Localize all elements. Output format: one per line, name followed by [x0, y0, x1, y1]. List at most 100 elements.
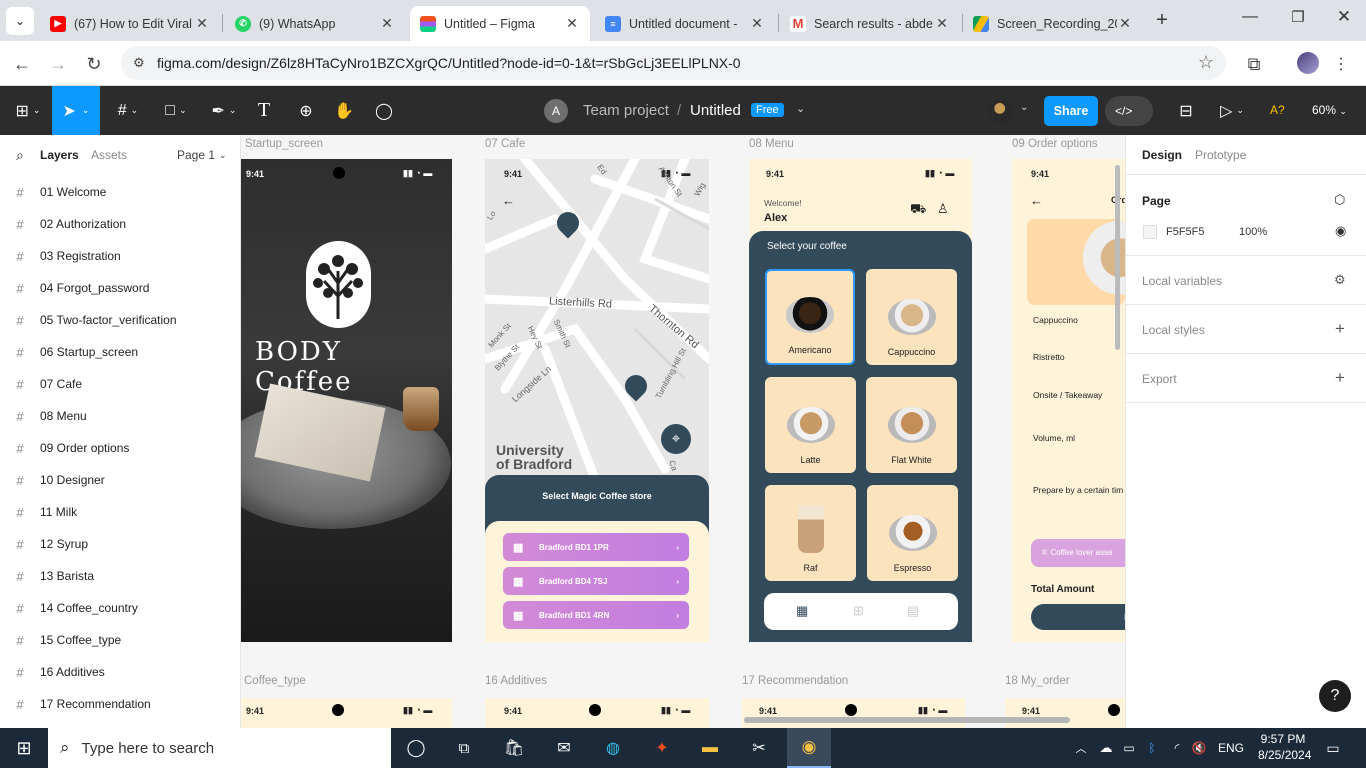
- coffee-card-flat-white[interactable]: Flat White: [866, 377, 957, 473]
- locate-me-icon[interactable]: ⌖: [661, 424, 691, 454]
- coffee-card-latte[interactable]: Latte: [765, 377, 856, 473]
- tab-layers[interactable]: Layers: [40, 135, 79, 175]
- close-tab-icon[interactable]: ✕: [564, 15, 580, 32]
- back-arrow-icon[interactable]: ←: [502, 193, 515, 208]
- browser-tab-gmail[interactable]: M Search results - abde ✕: [780, 6, 960, 41]
- notifications-icon[interactable]: ▭: [1320, 728, 1346, 768]
- bluetooth-icon[interactable]: ᛒ: [1143, 728, 1161, 768]
- frame-coffee-type[interactable]: 9:41 ▮▮ ◔ ▬: [241, 698, 452, 728]
- zoom-level[interactable]: 60% ⌄: [1312, 103, 1347, 117]
- close-window-button[interactable]: ✕: [1330, 7, 1358, 31]
- forward-arrow-icon[interactable]: →: [45, 51, 71, 77]
- layer-row[interactable]: #09 Order options: [0, 432, 240, 464]
- resources-tool-icon[interactable]: ⊕: [292, 86, 320, 135]
- browser-tab-drive[interactable]: Screen_Recording_20 ✕: [963, 6, 1143, 41]
- frame-startup-screen[interactable]: 9:41 ▮▮ ◔ ▬ BODY Coffee: [241, 159, 452, 642]
- layer-row[interactable]: #12 Syrup: [0, 528, 240, 560]
- capcut-icon[interactable]: ✂: [743, 728, 775, 768]
- profile-avatar[interactable]: [1297, 52, 1319, 74]
- file-menu-chevron-icon[interactable]: ⌄: [796, 102, 805, 115]
- frame-label[interactable]: 17 Recommendation: [742, 675, 848, 687]
- frame-recommendation[interactable]: 9:41 ▮▮ ◔ ▬: [742, 698, 965, 728]
- layer-row[interactable]: #11 Milk: [0, 496, 240, 528]
- canvas-horizontal-scrollbar[interactable]: [744, 717, 1070, 723]
- shape-tool-icon[interactable]: □ ⌄: [156, 86, 196, 135]
- next-button[interactable]: Ne: [1031, 604, 1125, 630]
- design-canvas[interactable]: Startup_screen 07 Cafe 08 Menu 09 Order …: [241, 135, 1125, 728]
- present-play-icon[interactable]: ▷ ⌄: [1215, 86, 1249, 135]
- layer-row[interactable]: #17 Recommendation: [0, 688, 240, 720]
- share-button[interactable]: Share: [1044, 96, 1098, 126]
- browser-tab-docs[interactable]: ≡ Untitled document - ✕: [595, 6, 775, 41]
- close-tab-icon[interactable]: ✕: [934, 15, 950, 32]
- local-variables-label[interactable]: Local variables: [1142, 274, 1222, 288]
- avatar-chevron-icon[interactable]: ⌄: [1020, 102, 1028, 113]
- frame-my-order[interactable]: 9:41: [1005, 698, 1125, 728]
- edge-icon[interactable]: ◍: [597, 728, 629, 768]
- dev-mode-toggle[interactable]: </>: [1105, 96, 1153, 126]
- help-button[interactable]: ?: [1319, 680, 1351, 712]
- accessibility-badge[interactable]: A?: [1270, 103, 1285, 117]
- layers-search-icon[interactable]: ⌕: [16, 135, 24, 175]
- page-selector[interactable]: Page 1 ⌄: [177, 135, 227, 175]
- layer-row[interactable]: #05 Two-factor_verification: [0, 304, 240, 336]
- frame-label[interactable]: 09 Order options: [1012, 138, 1098, 150]
- close-tab-icon[interactable]: ✕: [379, 15, 395, 32]
- hand-tool-icon[interactable]: ✋: [330, 86, 358, 135]
- layer-row[interactable]: #01 Welcome: [0, 176, 240, 208]
- store-item[interactable]: ▦ Bradford BD1 4RN ›: [503, 601, 689, 629]
- page-color-value[interactable]: F5F5F5: [1166, 226, 1205, 238]
- store-nav-icon[interactable]: ▦: [796, 603, 808, 619]
- layer-row[interactable]: #06 Startup_screen: [0, 336, 240, 368]
- page-color-swatch[interactable]: [1143, 225, 1157, 239]
- frame-menu[interactable]: 9:41 ▮▮ ◔ ▬ Welcome! Alex ⛟ ♙ Select you…: [749, 159, 972, 642]
- layer-row[interactable]: #08 Menu: [0, 400, 240, 432]
- layer-row[interactable]: #14 Coffee_country: [0, 592, 240, 624]
- weather-icon[interactable]: ☁: [1096, 728, 1116, 768]
- show-hidden-icons[interactable]: ︿: [1072, 728, 1090, 768]
- browser-tab-figma[interactable]: Untitled – Figma ✕: [410, 6, 590, 41]
- coffee-card-americano[interactable]: Americano: [765, 269, 855, 365]
- main-menu-icon[interactable]: ⊞ ⌄: [8, 86, 48, 135]
- new-tab-button[interactable]: +: [1150, 8, 1174, 32]
- add-style-icon[interactable]: +: [1335, 319, 1345, 339]
- layer-row[interactable]: #04 Forgot_password: [0, 272, 240, 304]
- store-icon[interactable]: 🛍: [498, 728, 530, 768]
- restore-window-button[interactable]: ❐: [1284, 8, 1312, 32]
- windows-start-icon[interactable]: ⊞: [0, 728, 48, 768]
- bookmark-star-icon[interactable]: ☆: [1198, 52, 1214, 73]
- tab-assets[interactable]: Assets: [91, 135, 127, 175]
- page-opacity-value[interactable]: 100%: [1239, 226, 1267, 238]
- layer-row[interactable]: #07 Cafe: [0, 368, 240, 400]
- browser-menu-icon[interactable]: ⋮: [1328, 51, 1354, 77]
- volume-mute-icon[interactable]: 🔇: [1190, 728, 1208, 768]
- coffee-lover-button[interactable]: ⚟ Coffee lover asse: [1031, 539, 1125, 567]
- add-export-icon[interactable]: +: [1335, 368, 1345, 388]
- site-info-icon[interactable]: ⚙: [133, 55, 145, 71]
- close-tab-icon[interactable]: ✕: [1117, 15, 1133, 32]
- taskbar-search-box[interactable]: ⌕ Type here to search: [48, 728, 391, 768]
- pen-tool-icon[interactable]: ✒ ⌄: [204, 86, 244, 135]
- cortana-icon[interactable]: ◯: [400, 728, 432, 768]
- layer-row[interactable]: #02 Authorization: [0, 208, 240, 240]
- frame-label[interactable]: 16 Additives: [485, 675, 547, 687]
- frame-label[interactable]: 18 My_order: [1005, 675, 1070, 687]
- url-field[interactable]: ⚙ figma.com/design/Z6lz8HTaCyNro1BZCXgrQ…: [121, 46, 1226, 80]
- figma-app-icon[interactable]: ✦: [646, 728, 678, 768]
- page-settings-icon[interactable]: ⬡: [1334, 192, 1345, 208]
- coffee-card-cappuccino[interactable]: Cappuccino: [866, 269, 957, 365]
- frame-cafe[interactable]: 9:41 ▮▮ ◔ ▬ ← Listerhills Rd Thornton Rd…: [485, 159, 709, 642]
- task-view-icon[interactable]: ⧉: [448, 728, 480, 768]
- reload-icon[interactable]: ↻: [81, 51, 107, 77]
- language-indicator[interactable]: ENG: [1214, 728, 1248, 768]
- coffee-card-espresso[interactable]: Espresso: [867, 485, 958, 581]
- coffee-card-raf[interactable]: Raf: [765, 485, 856, 581]
- network-icon[interactable]: ▭: [1120, 728, 1138, 768]
- layer-row[interactable]: #13 Barista: [0, 560, 240, 592]
- library-book-icon[interactable]: ⊟: [1172, 86, 1200, 135]
- back-arrow-icon[interactable]: ←: [1030, 193, 1043, 208]
- variables-settings-icon[interactable]: ⚙: [1334, 272, 1346, 288]
- user-avatar[interactable]: [988, 98, 1014, 124]
- store-item[interactable]: ▦ Bradford BD1 1PR ›: [503, 533, 689, 561]
- tab-search-button[interactable]: ⌄: [6, 7, 34, 35]
